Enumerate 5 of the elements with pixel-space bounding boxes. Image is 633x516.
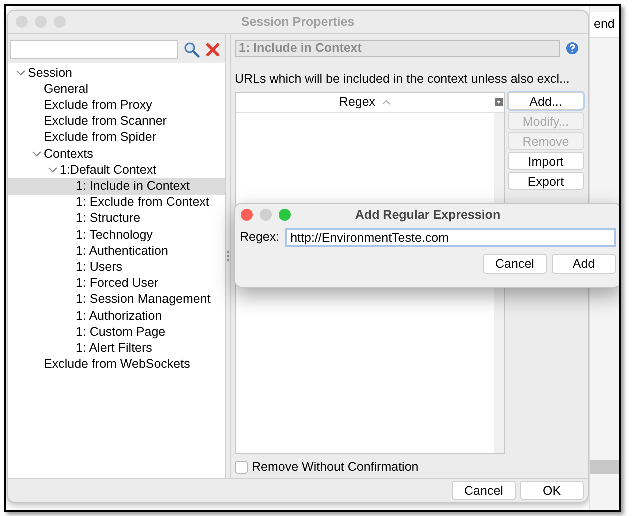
- window-title: Session Properties: [241, 14, 355, 31]
- field-label: Regex:: [240, 229, 280, 246]
- description-text: URLs which will be included in the context unless also excl...: [235, 71, 571, 88]
- dialog-title: Add Regular Expression: [355, 206, 501, 224]
- panel-title-field: 1: Include in Context: [235, 40, 560, 57]
